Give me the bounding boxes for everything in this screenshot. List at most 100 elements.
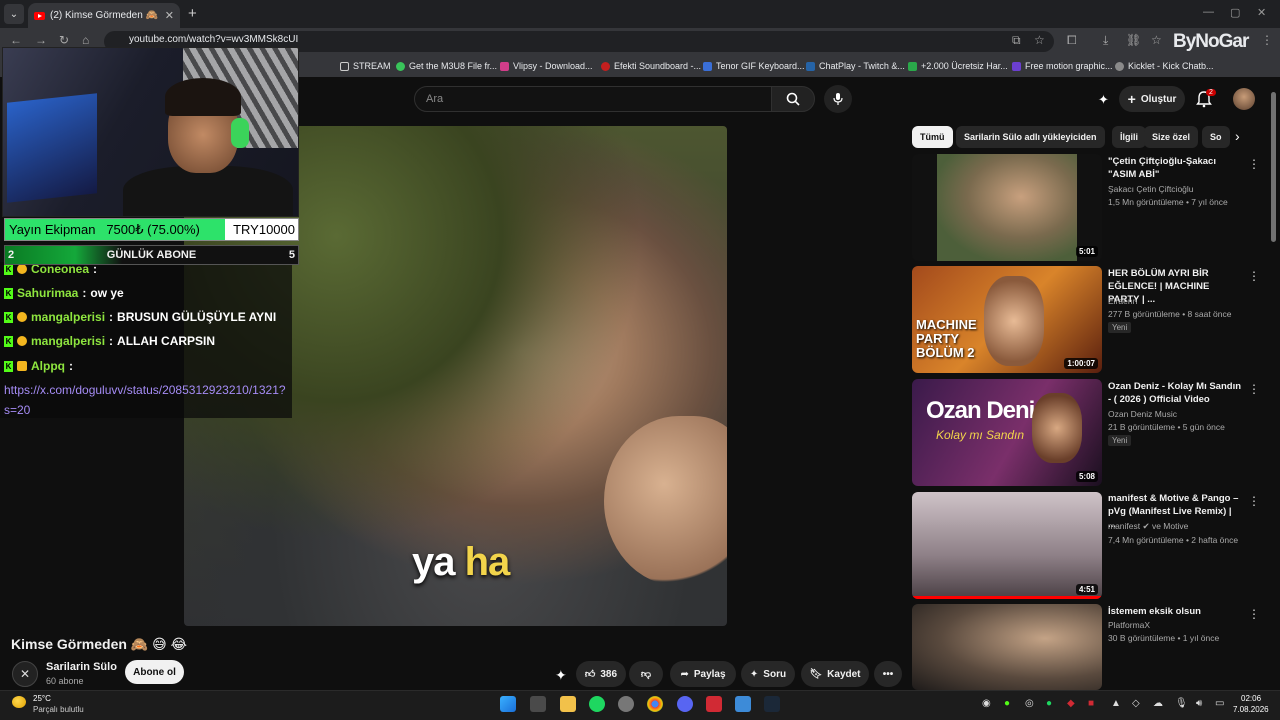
bookmark-item[interactable]: ChatPlay - Twitch &... <box>806 61 905 71</box>
recommendation-thumbnail[interactable]: Ozan Deniz Kolay mı Sandın 5:08 <box>912 379 1102 486</box>
bookmark-item[interactable]: Free motion graphic... <box>1012 61 1113 71</box>
tray-icon[interactable]: ■ <box>1088 698 1094 709</box>
browser-tab[interactable]: (2) Kimse Görmeden 🙈 😅 😂 ✕ <box>28 3 180 28</box>
battery-icon[interactable]: ▭ <box>1215 698 1224 709</box>
tray-icon[interactable]: ◇ <box>1132 698 1140 709</box>
tray-icon[interactable]: ◎ <box>1025 698 1034 709</box>
weather-description[interactable]: Parçalı bulutlu <box>33 705 84 714</box>
extension-sparkle-icon[interactable]: ✦ <box>555 667 567 684</box>
recommendation-thumbnail[interactable]: 4:51 <box>912 492 1102 599</box>
clock-time[interactable]: 02:06 <box>1241 694 1261 703</box>
volume-icon[interactable]: 🔊︎ <box>1196 698 1202 709</box>
recommendation-channel[interactable]: Ozan Deniz Music <box>1108 409 1177 419</box>
recommendation-thumbnail[interactable] <box>912 604 1102 690</box>
bookmark-item[interactable]: STREAM <box>340 61 391 71</box>
recommendation-thumbnail[interactable]: 5:01 <box>912 154 1102 261</box>
extension-puzzle-icon[interactable]: ✦ <box>1098 92 1109 108</box>
tab-close-icon[interactable]: ✕ <box>165 9 174 22</box>
tray-icon[interactable]: ● <box>1046 698 1052 709</box>
weather-icon[interactable] <box>12 696 26 708</box>
chip-more[interactable]: So <box>1202 126 1230 148</box>
recommendation-channel[interactable]: PlatformaX <box>1108 620 1150 630</box>
more-vertical-icon[interactable]: ⋮ <box>1248 382 1260 396</box>
search-button[interactable] <box>771 86 815 112</box>
chip-for-you[interactable]: Size özel <box>1144 126 1199 148</box>
steam-icon[interactable] <box>764 696 780 712</box>
obs-icon[interactable] <box>618 696 634 712</box>
forward-icon[interactable]: → <box>35 33 47 47</box>
more-vertical-icon[interactable]: ⋮ <box>1248 494 1260 508</box>
channel-avatar[interactable]: ✕ <box>12 661 38 687</box>
bookmark-item[interactable]: Tenor GIF Keyboard... <box>703 61 805 71</box>
bookmark-item[interactable]: +2.000 Ücretsiz Har... <box>908 61 1008 71</box>
ask-button[interactable]: ✦ Soru <box>741 661 795 687</box>
more-actions-button[interactable]: ••• <box>874 661 902 687</box>
account-avatar[interactable] <box>1233 88 1255 110</box>
favorites-icon[interactable]: ☆ <box>1151 33 1162 47</box>
voice-search-button[interactable] <box>824 85 852 113</box>
tray-icon[interactable]: ◆ <box>1067 698 1075 709</box>
weather-temperature[interactable]: 25°C <box>33 694 51 703</box>
more-vertical-icon[interactable]: ⋮ <box>1248 157 1260 171</box>
more-vertical-icon[interactable]: ⋮ <box>1248 607 1260 621</box>
app-icon[interactable] <box>735 696 751 712</box>
extensions-icon[interactable]: ⧠ <box>1067 33 1077 48</box>
bookmark-item[interactable]: Get the M3U8 File fr... <box>396 61 497 71</box>
channel-name[interactable]: Sarilarin Sülo <box>46 661 117 673</box>
url-text[interactable]: youtube.com/watch?v=wv3MMSk8cUI <box>129 34 298 45</box>
bookmark-star-icon[interactable]: ☆ <box>1034 33 1045 47</box>
recommendation-thumbnail[interactable]: MACHINE PARTY BÖLÜM 2 1:00:07 <box>912 266 1102 373</box>
app-icon[interactable] <box>706 696 722 712</box>
recommendation-channel[interactable]: Elraenn <box>1108 296 1137 306</box>
new-tab-button[interactable]: + <box>188 5 197 22</box>
chat-link[interactable]: https://x.com/doguluvv/status/2085312923… <box>4 380 292 418</box>
tray-icon[interactable]: ☁ <box>1153 698 1163 709</box>
task-view-icon[interactable] <box>530 696 546 712</box>
thumbnail-text: Ozan Deniz <box>926 397 1046 424</box>
recommendation-title[interactable]: Ozan Deniz - Kolay Mı Sandın - ( 2026 ) … <box>1108 380 1242 406</box>
recommendation-title[interactable]: "Çetin Çiftçioğlu-Şakacı "ASIM ABİ" <box>1108 155 1242 181</box>
download-icon[interactable]: ⤓ <box>1103 33 1108 48</box>
thumbnail-person <box>984 276 1044 366</box>
thumbs-down-icon: 👎︎ <box>640 669 652 680</box>
maximize-button[interactable]: ▢ <box>1230 6 1240 19</box>
recommendation-channel[interactable]: manifest ✔ ve Motive <box>1108 521 1188 532</box>
windows-start-icon[interactable] <box>500 696 516 712</box>
more-vertical-icon[interactable]: ⋮ <box>1248 269 1260 283</box>
search-input[interactable] <box>414 86 772 112</box>
chrome-icon[interactable] <box>647 696 663 712</box>
tray-icon[interactable]: ◉ <box>982 698 991 709</box>
spotify-icon[interactable] <box>589 696 605 712</box>
file-explorer-icon[interactable] <box>560 696 576 712</box>
minimize-button[interactable]: — <box>1203 6 1214 18</box>
tray-icon[interactable]: ▲ <box>1111 698 1121 709</box>
home-icon[interactable]: ⌂ <box>82 33 89 47</box>
tray-icon[interactable]: ● <box>1004 698 1010 709</box>
back-icon[interactable]: ← <box>10 33 22 47</box>
close-window-button[interactable]: ✕ <box>1257 6 1266 19</box>
bookmark-item[interactable]: Efekti Soundboard -... <box>601 61 701 71</box>
clock-date[interactable]: 7.08.2026 <box>1233 705 1269 714</box>
link-icon[interactable]: ⛓ <box>1126 33 1141 47</box>
bookmark-item[interactable]: Vlipsy - Download... <box>500 61 593 71</box>
bookmark-item[interactable]: Kicklet - Kick Chatb... <box>1115 61 1214 71</box>
chip-from-uploader[interactable]: Sarilarin Sülo adlı yükleyiciden <box>956 126 1105 148</box>
chip-all[interactable]: Tümü <box>912 126 953 148</box>
discord-icon[interactable] <box>677 696 693 712</box>
save-button[interactable]: 🔖︎ Kaydet <box>801 661 869 687</box>
subscribe-button[interactable]: Abone ol <box>125 660 184 684</box>
share-button[interactable]: ➦ Paylaş <box>670 661 736 687</box>
recommendation-title[interactable]: İstemem eksik olsun <box>1108 605 1242 618</box>
chevron-right-icon[interactable]: › <box>1235 128 1240 144</box>
create-button[interactable]: + Oluştur <box>1119 86 1185 112</box>
tab-search-button[interactable]: ⌄ <box>4 4 24 24</box>
page-scrollbar[interactable] <box>1271 92 1276 242</box>
install-icon[interactable]: ⧉ <box>1012 33 1021 48</box>
reload-icon[interactable]: ↻ <box>59 33 69 47</box>
chip-related[interactable]: İlgili <box>1112 126 1146 148</box>
microphone-tray-icon[interactable]: 🎙︎ <box>1175 698 1188 709</box>
recommendation-channel[interactable]: Şakacı Çetin Çiftcioğlu <box>1108 184 1194 194</box>
dislike-button[interactable]: 👎︎ <box>629 661 663 687</box>
browser-menu-icon[interactable]: ⋮ <box>1261 33 1273 47</box>
like-button[interactable]: 👍︎ 386 <box>576 661 626 687</box>
